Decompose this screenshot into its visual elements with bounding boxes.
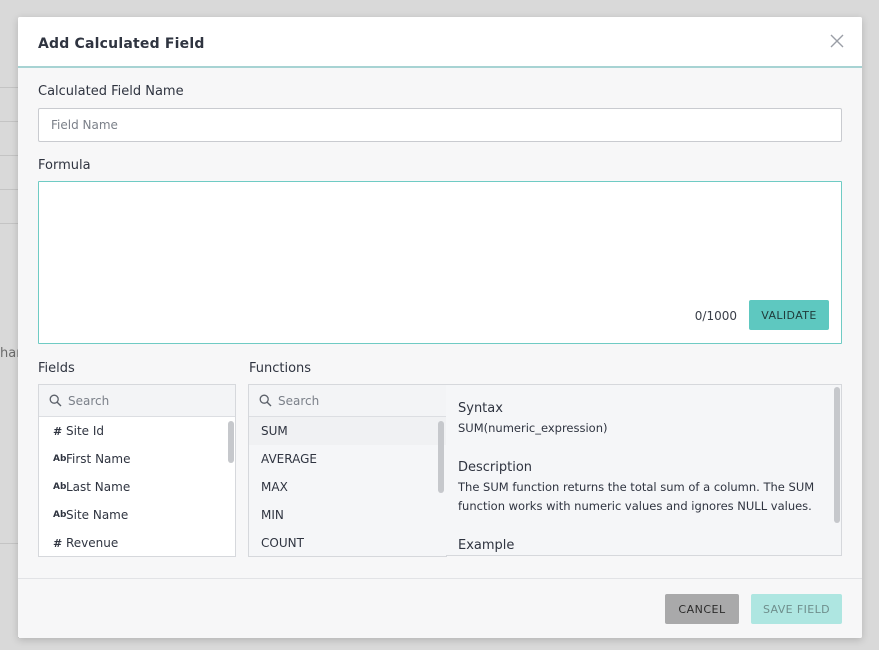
field-name-label: Calculated Field Name <box>38 84 184 99</box>
fields-search-input[interactable] <box>68 393 228 408</box>
number-icon: # <box>53 424 63 438</box>
fields-scrollbar[interactable] <box>228 421 234 463</box>
dialog-header: Add Calculated Field <box>18 17 862 68</box>
validate-button[interactable]: VALIDATE <box>749 300 829 330</box>
function-item-max[interactable]: MAX <box>249 473 446 501</box>
formula-char-count: 0/1000 <box>694 309 737 323</box>
field-item-revenue[interactable]: # Revenue <box>39 529 235 556</box>
field-item-first-name[interactable]: Ab First Name <box>39 445 235 473</box>
function-item-sum[interactable]: SUM <box>249 417 446 445</box>
background-divider <box>0 223 18 224</box>
field-item-label: Last Name <box>66 480 131 494</box>
formula-textarea[interactable] <box>39 182 841 292</box>
functions-panel: SUM AVERAGE MAX MIN COUNT <box>248 384 447 557</box>
functions-scrollbar[interactable] <box>438 421 444 493</box>
background-divider <box>0 189 18 190</box>
formula-editor: 0/1000 VALIDATE <box>38 181 842 344</box>
dialog-title: Add Calculated Field <box>38 36 205 52</box>
description-heading: Description <box>458 460 533 475</box>
field-name-input[interactable] <box>38 108 842 142</box>
background-divider <box>0 87 18 88</box>
description-text: The SUM function returns the total sum o… <box>458 480 815 513</box>
field-item-label: Revenue <box>66 536 119 550</box>
field-item-site-name[interactable]: Ab Site Name <box>39 501 235 529</box>
field-item-label: First Name <box>66 452 131 466</box>
functions-label: Functions <box>249 361 312 376</box>
background-divider <box>0 543 18 544</box>
text-icon: Ab <box>53 482 67 492</box>
syntax-text: SUM(numeric_expression) <box>458 421 608 435</box>
field-item-last-name[interactable]: Ab Last Name <box>39 473 235 501</box>
field-item-label: Site Name <box>66 508 129 522</box>
function-details-panel: Syntax SUM(numeric_expression) Descripti… <box>446 384 842 556</box>
field-item-site-id[interactable]: # Site Id <box>39 417 235 445</box>
close-icon[interactable] <box>828 32 846 50</box>
background-divider <box>0 121 18 122</box>
background-divider <box>0 155 18 156</box>
save-field-button[interactable]: SAVE FIELD <box>751 594 842 624</box>
functions-search <box>249 385 446 417</box>
fields-label: Fields <box>38 361 75 376</box>
syntax-heading: Syntax <box>458 401 503 416</box>
cancel-button[interactable]: CANCEL <box>665 594 739 624</box>
search-icon <box>49 394 62 407</box>
number-icon: # <box>53 536 63 550</box>
fields-panel: # Site Id Ab First Name Ab Last Name Ab … <box>38 384 236 557</box>
search-icon <box>259 394 272 407</box>
text-icon: Ab <box>53 510 67 520</box>
function-item-count[interactable]: COUNT <box>249 529 446 556</box>
details-scrollbar[interactable] <box>834 387 840 523</box>
functions-search-input[interactable] <box>278 393 438 408</box>
functions-list: SUM AVERAGE MAX MIN COUNT <box>249 417 446 556</box>
formula-label: Formula <box>38 158 91 173</box>
dialog-footer: CANCEL SAVE FIELD <box>18 578 862 638</box>
fields-list: # Site Id Ab First Name Ab Last Name Ab … <box>39 417 235 556</box>
calculated-field-dialog: Add Calculated Field Calculated Field Na… <box>18 17 862 638</box>
example-heading: Example <box>458 538 515 553</box>
fields-search <box>39 385 235 417</box>
function-item-min[interactable]: MIN <box>249 501 446 529</box>
text-icon: Ab <box>53 454 67 464</box>
field-item-label: Site Id <box>66 424 105 438</box>
function-item-average[interactable]: AVERAGE <box>249 445 446 473</box>
